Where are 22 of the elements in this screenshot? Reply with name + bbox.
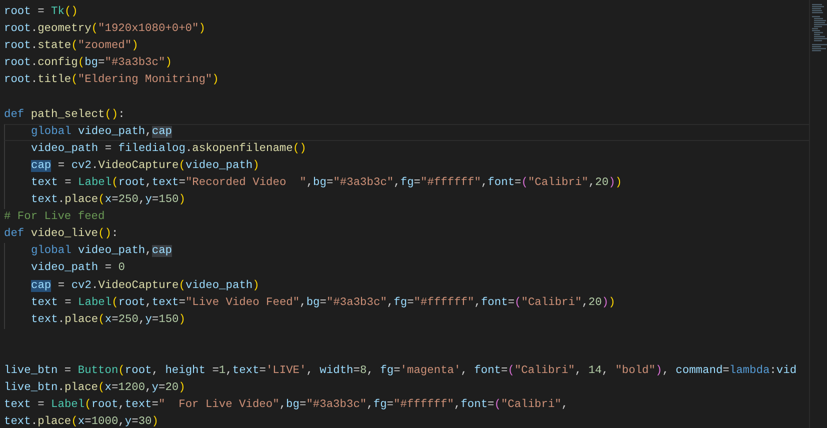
code-line: live_btn = Button(root, height =1,text='LIVE', width=8, fg='magenta', font=("Calibri", 14, "bold"), command=lambda:vid [3, 364, 798, 379]
code-line: text = Label(root,text="Recorded Video ",bg="#3a3b3c",fg="#ffffff",font=("Calibri",20)) [4, 174, 809, 192]
code-line: def path_select(): [3, 108, 126, 123]
code-line: # For Live feed [3, 210, 106, 226]
code-line: cap = cv2.VideoCapture(video_path) [4, 158, 809, 175]
code-line: global video_path,cap [4, 124, 809, 141]
code-line: text = Label(root,text="Live Video Feed",bg="#3a3b3c",fg="#ffffff",font=("Calibri",20)) [4, 294, 809, 312]
code-line: def video_live(): [3, 226, 120, 242]
code-line: root.geometry("1920x1080+0+0") [3, 22, 206, 38]
code-line: text.place(x=250,y=150) [4, 312, 809, 329]
code-line: video_path = 0 [4, 260, 809, 278]
code-line: root.config(bg="#3a3b3c") [3, 56, 173, 72]
code-line: live_btn.place(x=1200,y=20) [3, 380, 186, 396]
code-line: root.state("zoomed") [3, 38, 140, 54]
code-line: root = Tk() [3, 4, 79, 20]
code-line: video_path = filedialog.askopenfilename() [4, 140, 809, 158]
code-line: text.place(x=250,y=150) [4, 192, 809, 210]
code-line: global video_path,cap [4, 243, 809, 260]
code-line: text.place(x=1000,y=30) [3, 414, 160, 428]
code-line: root.title("Eldering Monitring") [3, 72, 220, 88]
code-line: cap = cv2.VideoCapture(video_path) [4, 278, 809, 295]
code-line: text = Label(root,text=" For Live Video",bg="#3a3b3c",fg="#ffffff",font=("Calibri", [3, 398, 570, 414]
